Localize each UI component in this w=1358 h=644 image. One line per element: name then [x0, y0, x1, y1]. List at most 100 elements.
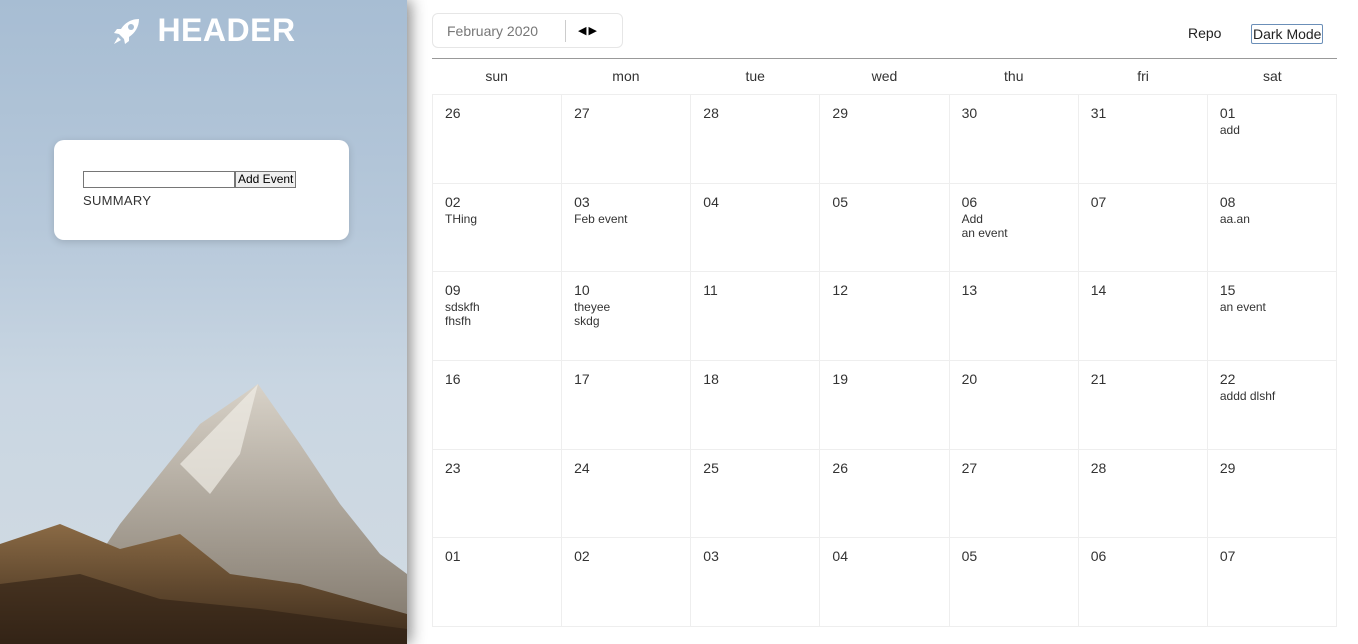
calendar-day-cell[interactable]: 02 [562, 538, 692, 627]
calendar-day-cell[interactable]: 07 [1207, 538, 1337, 627]
event-item[interactable]: Feb event [574, 212, 690, 226]
month-navigator: February 2020 ◀ ▶ [432, 13, 623, 48]
calendar-day-cell[interactable]: 06 Add an event [949, 183, 1079, 273]
calendar-day-cell[interactable]: 24 [562, 449, 692, 539]
calendar-day-cell[interactable]: 03 Feb event [562, 183, 692, 273]
calendar-day-cell[interactable]: 07 [1078, 183, 1208, 273]
calendar-day-cell[interactable]: 19 [820, 360, 950, 450]
calendar-day-cell[interactable]: 22 addd dlshf [1207, 360, 1337, 450]
calendar-day-cell[interactable]: 09 sdskfh fhsfh [433, 272, 563, 361]
calendar-day-cell[interactable]: 15 an event [1207, 272, 1337, 361]
calendar-day-cell[interactable]: 01 add [1207, 95, 1337, 184]
calendar-day-cell[interactable]: 11 [691, 272, 821, 361]
mountain-background-image [0, 384, 407, 644]
repo-link[interactable]: Repo [1188, 25, 1221, 41]
calendar-day-cell[interactable]: 29 [820, 95, 950, 184]
calendar-day-cell[interactable]: 26 [820, 449, 950, 539]
day-number: 01 [445, 548, 461, 565]
prev-month-icon[interactable]: ◀ [578, 24, 586, 37]
calendar-day-cell[interactable]: 01 [433, 538, 563, 627]
calendar-day-cell[interactable]: 13 [949, 272, 1079, 361]
day-number: 12 [832, 282, 848, 299]
day-number: 13 [961, 282, 978, 299]
calendar-day-cell[interactable]: 28 [691, 95, 821, 184]
calendar-day-cell[interactable]: 08 aa.an [1207, 183, 1337, 273]
add-event-button[interactable]: Add Event [235, 171, 297, 188]
app-header: HEADER [0, 12, 407, 49]
calendar-day-cell[interactable]: 12 [820, 272, 950, 361]
calendar-day-cell[interactable]: 17 [562, 360, 692, 450]
event-item[interactable]: sdskfh [445, 300, 561, 314]
calendar-day-cell[interactable]: 03 [691, 538, 821, 627]
weekday-tue: tue [745, 68, 765, 84]
event-item[interactable]: skdg [574, 314, 690, 328]
day-number: 05 [961, 548, 978, 565]
day-number: 11 [703, 282, 718, 299]
day-number: 27 [574, 105, 590, 121]
calendar-day-cell[interactable]: 25 [691, 449, 821, 539]
calendar-day-cell[interactable]: 16 [433, 360, 563, 450]
weekday-fri: fri [1137, 68, 1149, 84]
next-month-icon[interactable]: ▶ [588, 24, 596, 37]
day-number: 07 [1219, 548, 1236, 565]
calendar-day-cell[interactable]: 30 [949, 95, 1079, 184]
event-item[interactable]: an event [1220, 300, 1336, 314]
event-item[interactable]: Add [962, 212, 1078, 226]
calendar-day-cell[interactable]: 05 [949, 538, 1079, 627]
calendar-day-cell[interactable]: 04 [691, 183, 821, 273]
day-number: 03 [574, 193, 590, 210]
day-number: 08 [1219, 193, 1236, 210]
sidebar: HEADER Add Event SUMMARY [0, 0, 407, 644]
day-number: 31 [1090, 105, 1107, 121]
event-item[interactable]: theyee [574, 300, 690, 314]
day-number: 01 [1219, 105, 1236, 121]
weekday-sat: sat [1263, 68, 1282, 84]
calendar-day-cell[interactable]: 28 [1078, 449, 1208, 539]
calendar-day-cell[interactable]: 04 [820, 538, 950, 627]
calendar-day-cell[interactable]: 27 [949, 449, 1079, 539]
header-title: HEADER [157, 12, 296, 48]
weekday-header: sun mon tue wed thu fri sat [432, 68, 1337, 84]
add-event-row: Add Event [83, 171, 297, 188]
day-number: 07 [1090, 193, 1107, 210]
day-number: 25 [703, 459, 719, 476]
calendar-day-cell[interactable]: 21 [1078, 360, 1208, 450]
calendar-day-cell[interactable]: 26 [433, 95, 563, 184]
event-item[interactable]: add [1220, 123, 1336, 137]
event-input[interactable] [83, 171, 235, 188]
calendar-day-cell[interactable]: 10 theyee skdg [562, 272, 692, 361]
day-number: 26 [832, 459, 848, 476]
calendar-day-cell[interactable]: 27 [562, 95, 692, 184]
day-number: 18 [703, 370, 719, 387]
dark-mode-button[interactable]: Dark Mode [1251, 24, 1324, 44]
event-item[interactable]: addd dlshf [1220, 389, 1336, 403]
event-item[interactable]: THing [445, 212, 561, 226]
day-number: 27 [961, 459, 978, 476]
day-number: 20 [961, 370, 978, 387]
day-number: 29 [832, 105, 848, 121]
summary-label: SUMMARY [83, 193, 152, 208]
calendar-day-cell[interactable]: 06 [1078, 538, 1208, 627]
weekday-mon: mon [612, 68, 640, 84]
current-month-label: February 2020 [447, 22, 539, 39]
calendar-day-cell[interactable]: 20 [949, 360, 1079, 450]
day-number: 04 [703, 193, 719, 210]
calendar-day-cell[interactable]: 23 [433, 449, 563, 539]
day-number: 29 [1219, 459, 1236, 476]
calendar-day-cell[interactable]: 02 THing [433, 183, 563, 273]
calendar-divider [432, 58, 1337, 59]
calendar-day-cell[interactable]: 29 [1207, 449, 1337, 539]
day-number: 22 [1219, 370, 1236, 387]
calendar-day-cell[interactable]: 31 [1078, 95, 1208, 184]
day-number: 19 [832, 370, 848, 387]
calendar-day-cell[interactable]: 14 [1078, 272, 1208, 361]
event-item[interactable]: fhsfh [445, 314, 561, 328]
calendar-day-cell[interactable]: 18 [691, 360, 821, 450]
event-item[interactable]: aa.an [1220, 212, 1336, 226]
day-number: 16 [445, 370, 461, 387]
calendar-day-cell[interactable]: 05 [820, 183, 950, 273]
weekday-thu: thu [1004, 68, 1024, 84]
toolbar-divider [565, 19, 566, 42]
event-item[interactable]: an event [962, 226, 1078, 240]
day-number: 21 [1090, 370, 1107, 387]
